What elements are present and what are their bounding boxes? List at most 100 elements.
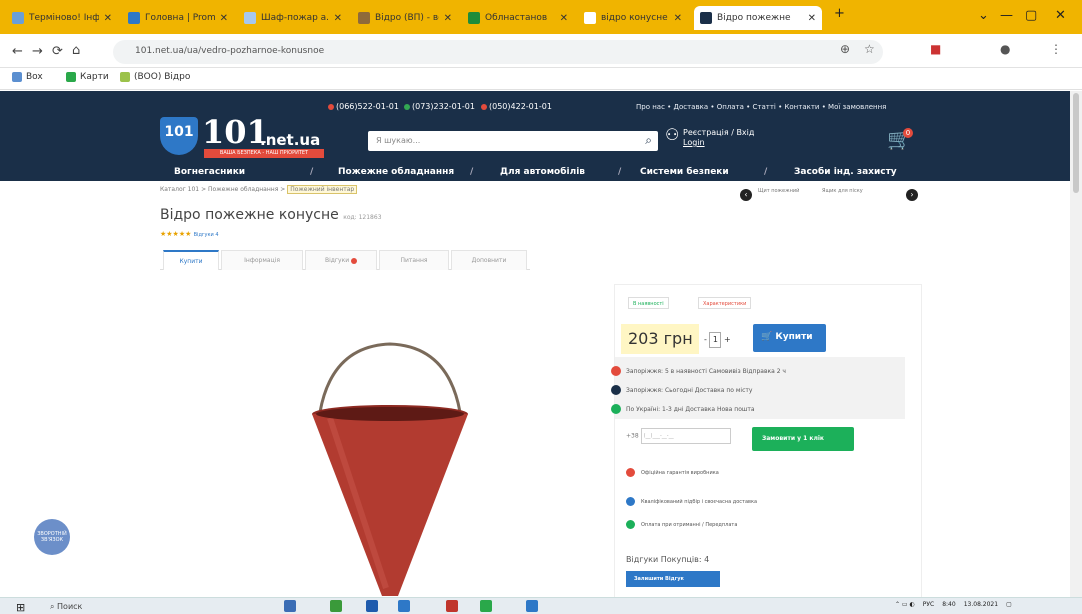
in-stock-chip[interactable]: В наявності (628, 297, 669, 309)
search-input[interactable]: Я шукаю... ⌕ (368, 131, 658, 151)
chrome-icon[interactable] (480, 600, 492, 612)
app-icon[interactable] (526, 600, 538, 612)
browser-tab[interactable]: Облнастанов ✕ (462, 6, 574, 30)
profile-icon[interactable]: ● (1000, 42, 1010, 56)
app-icon[interactable] (446, 600, 458, 612)
close-tab-icon[interactable]: ✕ (334, 13, 342, 24)
extension-icon[interactable]: ■ (930, 42, 941, 56)
product-image[interactable] (290, 338, 490, 596)
cart-button[interactable]: 🛒 0 (887, 127, 913, 151)
search-icon[interactable]: ⌕ (645, 133, 652, 148)
scrollbar-thumb[interactable] (1073, 93, 1079, 193)
address-bar-url: 101.net.ua/ua/vedro-pozharnoe-konusnoe (135, 46, 325, 56)
back-icon[interactable]: ← (12, 44, 23, 59)
notifications-icon[interactable]: ▢ (1006, 601, 1012, 608)
tab-questions[interactable]: Питання (379, 250, 449, 270)
qty-input[interactable]: 1 (709, 332, 722, 348)
close-tab-icon[interactable]: ✕ (444, 13, 452, 24)
buy-button-label: Купити (775, 332, 813, 342)
nav-item-fire-extinguishers[interactable]: Вогнегасники (174, 167, 245, 177)
buy-button[interactable]: 🛒 Купити (753, 324, 826, 352)
nav-separator: / (764, 167, 768, 177)
tab-favicon-icon (468, 12, 480, 24)
quantity-stepper[interactable]: - 1 + (704, 332, 731, 348)
phone-prefix: +38 (626, 432, 639, 440)
tab-search-icon[interactable]: ⌄ (978, 8, 989, 23)
one-click-order-button[interactable]: Замовити у 1 клік (752, 427, 854, 451)
warranty-icon (626, 468, 635, 477)
nav-item-protective-equipment[interactable]: Засоби інд. захисту (794, 167, 897, 177)
tab-info[interactable]: Інформація (221, 250, 303, 270)
taskbar-search[interactable]: ⌕ Поиск (50, 602, 82, 612)
home-icon[interactable]: ⌂ (72, 43, 80, 58)
close-tab-icon[interactable]: ✕ (674, 13, 682, 24)
prev-product-icon[interactable]: ‹ (740, 189, 752, 201)
bookmark-item[interactable]: Box (12, 72, 43, 82)
zoom-icon[interactable]: ⊕ (840, 42, 850, 56)
bookmark-item[interactable]: (ВОО) Відро (120, 72, 190, 82)
qty-minus-button[interactable]: - (704, 335, 707, 344)
reviews-link[interactable]: Відгуки 4 (194, 232, 219, 238)
reload-icon[interactable]: ⟳ (52, 44, 63, 59)
browser-tab[interactable]: відро конусне ✕ (578, 6, 688, 30)
bookmark-item[interactable]: Карти (66, 72, 109, 82)
leave-review-button[interactable]: Залишити Відгук (626, 571, 720, 587)
keyboard-language[interactable]: РУС (923, 601, 934, 608)
browser-tab[interactable]: Відро пожежне ✕ (694, 6, 822, 30)
breadcrumb-parent[interactable]: Пожежне обладнання (208, 186, 278, 193)
top-links[interactable]: Про нас • Доставка • Оплата • Статті • К… (636, 103, 886, 111)
stock-row-text: По Україні: 1-3 дні Доставка Нова пошта (626, 405, 755, 413)
address-bar[interactable]: 101.net.ua/ua/vedro-pozharnoe-konusnoe (113, 40, 883, 64)
clock-date[interactable]: 13.08.2021 (964, 601, 998, 608)
breadcrumb-separator: > (280, 186, 286, 193)
menu-icon[interactable]: ⋮ (1050, 42, 1062, 56)
taskbar-search-label: Поиск (57, 602, 83, 611)
close-tab-icon[interactable]: ✕ (560, 13, 568, 24)
close-tab-icon[interactable]: ✕ (220, 13, 228, 24)
browser-tab[interactable]: Відро (ВП) - всі ✕ (352, 6, 458, 30)
browser-tab[interactable]: Терміново! Інф ✕ (6, 6, 118, 30)
phone-number[interactable]: (050)422-01-01 (481, 102, 552, 111)
phone-number[interactable]: (066)522-01-01 (328, 102, 399, 111)
specs-chip[interactable]: Характеристики (698, 297, 752, 309)
next-product-label[interactable]: Ящик для піску (822, 188, 872, 194)
app-icon[interactable] (330, 600, 342, 612)
forward-icon[interactable]: → (32, 44, 43, 59)
phone-input[interactable]: (__)___-__-__ (640, 428, 731, 444)
star-icon[interactable]: ☆ (864, 42, 875, 56)
tab-buy[interactable]: Купити (163, 250, 219, 270)
in-stock-label: В наявності (633, 301, 664, 307)
qty-plus-button[interactable]: + (724, 335, 731, 344)
tab-reviews[interactable]: Відгуки (305, 250, 377, 270)
close-tab-icon[interactable]: ✕ (808, 13, 816, 24)
windows-start-icon[interactable]: ⊞ (16, 601, 25, 614)
browser-tab[interactable]: Шаф-пожар а.р. ✕ (238, 6, 348, 30)
new-tab-icon[interactable]: + (834, 6, 845, 21)
prev-product-label[interactable]: Щит пожежний (758, 188, 808, 194)
clock-time[interactable]: 8:40 (942, 601, 955, 608)
tray-icons[interactable]: ⌃ ▭ ◐ (895, 601, 915, 608)
nav-item-fire-equipment[interactable]: Пожежне обладнання (338, 167, 454, 177)
scrollbar[interactable] (1070, 91, 1082, 597)
app-icon[interactable] (366, 600, 378, 612)
minimize-icon[interactable]: — (1000, 8, 1013, 23)
callback-widget[interactable]: ЗВОРОТНІЙ ЗВ'ЯЗОК (34, 519, 70, 555)
rating: ★★★★★ Відгуки 4 (160, 230, 219, 238)
phone-number[interactable]: (073)232-01-01 (404, 102, 475, 111)
browser-tab[interactable]: Головна | Prom ✕ (122, 6, 234, 30)
next-product-icon[interactable]: › (906, 189, 918, 201)
browser-tab-title: Шаф-пожар а.р. (261, 13, 329, 23)
tab-favicon-icon (358, 12, 370, 24)
app-icon[interactable] (398, 600, 410, 612)
nav-item-security-systems[interactable]: Системи безпеки (640, 167, 729, 177)
nav-item-for-cars[interactable]: Для автомобілів (500, 167, 585, 177)
maximize-icon[interactable]: ▢ (1025, 8, 1037, 23)
site-logo[interactable]: 101 101 .net.ua ВАША БЕЗПЕКА - НАШ ПРІОР… (160, 113, 325, 163)
login-link[interactable]: ⚇ Реєстрація / Вхід Login (665, 127, 754, 148)
tab-accessories[interactable]: Доповнити (451, 250, 527, 270)
task-view-icon[interactable] (284, 600, 296, 612)
page-title: Відро пожежне конусне код: 121863 (160, 207, 382, 223)
close-window-icon[interactable]: ✕ (1055, 8, 1066, 23)
breadcrumb-home[interactable]: Каталог 101 (160, 186, 199, 193)
close-tab-icon[interactable]: ✕ (104, 13, 112, 24)
